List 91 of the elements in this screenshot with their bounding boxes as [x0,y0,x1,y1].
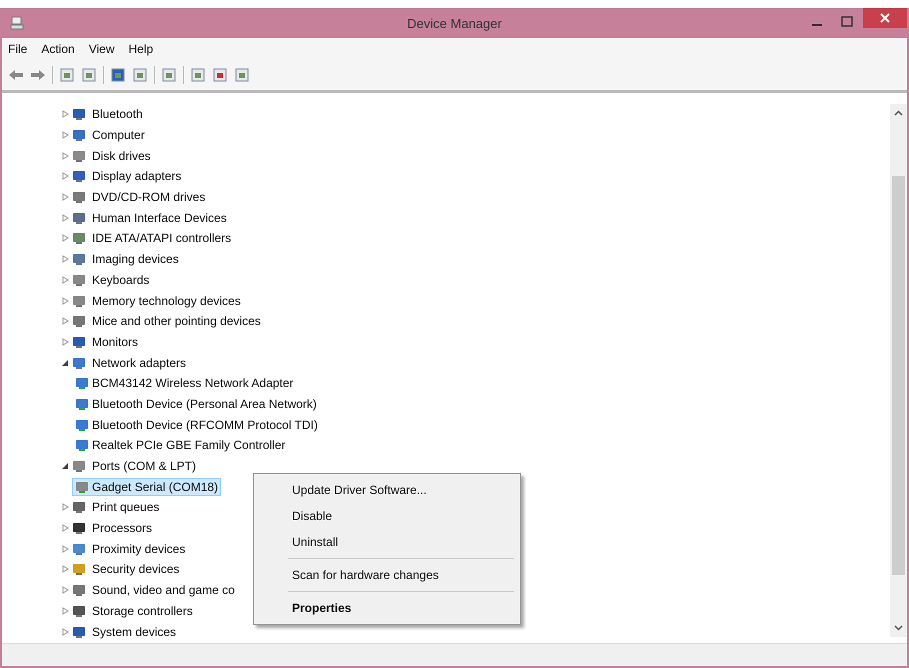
device-icon [72,604,87,618]
device-icon [75,438,90,452]
menu-item[interactable]: View [88,42,114,56]
collapsed-arrow-icon[interactable] [62,524,69,532]
tree-item[interactable]: Computer [89,126,148,144]
device-icon [72,459,87,474]
device-icon [72,107,87,122]
tree-item[interactable]: Human Interface Devices [89,208,230,227]
device-icon [72,356,87,370]
tree-item[interactable]: Print queues [89,498,162,516]
tree-item[interactable]: Sound, video and game co [89,581,238,600]
collapsed-arrow-icon[interactable] [62,338,69,346]
tree-item[interactable]: IDE ATA/ATAPI controllers [89,229,234,248]
menu-item[interactable]: File [8,42,28,56]
tree-item[interactable]: Realtek PCIe GBE Family Controller [72,436,288,454]
device-icon [75,396,90,411]
collapsed-arrow-icon[interactable] [62,586,69,594]
tree-item[interactable]: Ports (COM & LPT) [89,457,200,476]
context-menu-item[interactable]: Properties [256,595,518,621]
scroll-up-icon[interactable] [894,110,903,116]
collapsed-arrow-icon[interactable] [62,110,69,118]
device-icon [75,418,90,432]
tree-item[interactable]: Gadget Serial (COM18) [72,478,222,496]
collapsed-arrow-icon[interactable] [62,152,69,160]
tree-item[interactable]: BCM43142 Wireless Network Adapter [72,374,296,392]
device-icon [75,376,90,390]
device-icon [72,190,87,204]
collapsed-arrow-icon[interactable] [62,193,69,202]
collapsed-arrow-icon[interactable] [62,172,69,180]
device-icon [72,583,87,598]
expanded-arrow-icon[interactable] [62,462,69,470]
tree-item[interactable]: Display adapters [89,167,184,186]
device-icon [72,314,87,328]
collapsed-arrow-icon[interactable] [62,628,69,636]
tree-item[interactable]: DVD/CD-ROM drives [89,188,208,206]
scroll-down-icon[interactable] [894,625,903,631]
tree-item[interactable]: Imaging devices [89,250,182,268]
tree-item[interactable]: Mice and other pointing devices [89,312,264,330]
device-icon [72,542,87,556]
context-menu-item[interactable]: Disable [256,503,518,529]
collapsed-arrow-icon[interactable] [62,214,69,222]
tree-item[interactable]: Bluetooth Device (Personal Area Network) [72,394,320,413]
device-icon [72,521,87,536]
context-menu-item[interactable]: Uninstall [256,529,518,555]
collapsed-arrow-icon[interactable] [62,276,69,284]
tree-item[interactable]: Keyboards [89,270,152,289]
scrollbar[interactable] [890,104,907,637]
collapsed-arrow-icon[interactable] [62,503,69,512]
scrollbar-thumb[interactable] [892,176,905,575]
tree-item[interactable]: Storage controllers [89,602,196,620]
context-menu-item[interactable]: Update Driver Software... [256,477,518,503]
tree-item[interactable]: Processors [89,519,156,538]
device-icon [72,500,87,514]
collapsed-arrow-icon[interactable] [62,317,69,326]
tree-item[interactable]: Monitors [89,332,142,351]
device-icon [72,169,87,184]
device-icon [75,480,90,494]
expanded-arrow-icon[interactable] [62,358,69,367]
tree-item[interactable]: Bluetooth [89,105,146,124]
collapsed-arrow-icon[interactable] [62,255,69,264]
menu-item[interactable]: Help [128,42,154,56]
context-menu-item[interactable]: Scan for hardware changes [256,562,518,588]
forward-arrow-icon[interactable] [30,67,46,83]
computer-icon [10,16,24,30]
window-title: Device Manager [407,16,502,30]
device-icon [72,252,87,266]
tree-item[interactable]: System devices [89,622,180,641]
tree-item[interactable]: Memory technology devices [89,292,244,310]
device-icon [72,562,87,576]
device-icon [72,294,87,308]
tree-item[interactable]: Network adapters [89,354,190,372]
close-icon[interactable] [863,8,907,28]
device-icon [72,148,87,163]
device-icon [72,231,87,246]
tree-item[interactable]: Disk drives [89,146,154,165]
menu-item[interactable]: Action [41,42,75,56]
device-icon [72,272,87,287]
back-arrow-icon[interactable] [8,67,24,83]
tree-item[interactable]: Security devices [89,560,182,578]
device-icon [72,128,87,142]
device-icon [72,210,87,225]
collapsed-arrow-icon[interactable] [62,296,69,305]
collapsed-arrow-icon[interactable] [62,606,69,615]
device-icon [72,624,87,639]
tree-item[interactable]: Bluetooth Device (RFCOMM Protocol TDI) [72,416,321,434]
collapsed-arrow-icon[interactable] [62,234,69,242]
collapsed-arrow-icon[interactable] [62,565,69,574]
device-icon [72,334,87,349]
tree-item[interactable]: Proximity devices [89,540,188,558]
collapsed-arrow-icon[interactable] [62,544,69,553]
collapsed-arrow-icon[interactable] [62,131,69,140]
